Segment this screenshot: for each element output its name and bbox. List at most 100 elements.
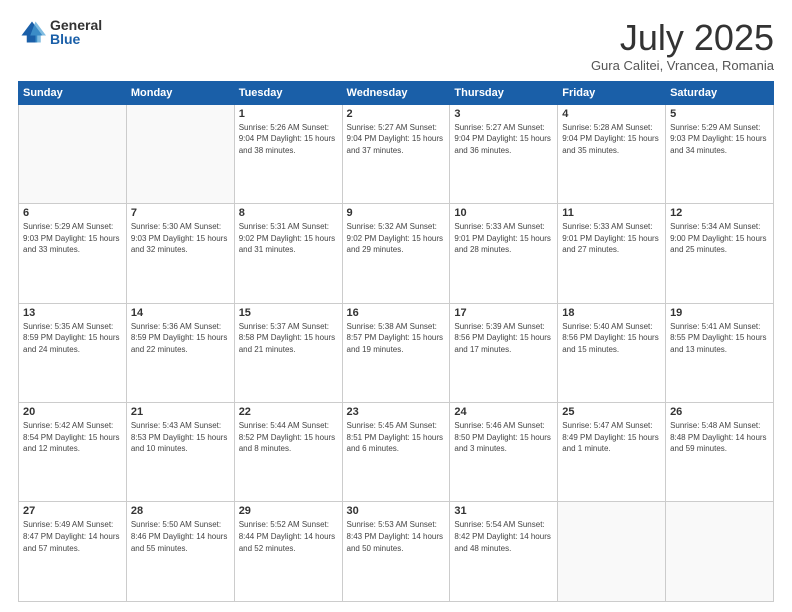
day-info: Sunrise: 5:36 AM Sunset: 8:59 PM Dayligh… — [131, 321, 230, 356]
calendar-cell: 20 Sunrise: 5:42 AM Sunset: 8:54 PM Dayli… — [19, 403, 127, 502]
day-number: 17 — [454, 307, 553, 319]
day-info: Sunrise: 5:53 AM Sunset: 8:43 PM Dayligh… — [347, 519, 446, 554]
calendar-cell: 24Sunrise: 5:46 AM Sunset: 8:50 PM Dayli… — [450, 403, 558, 502]
calendar-week-5: 27 Sunrise: 5:49 AM Sunset: 8:47 PM Dayli… — [19, 502, 774, 602]
day-number: 6 — [23, 207, 122, 219]
day-info: Sunrise: 5:33 AM Sunset: 9:01 PM Dayligh… — [562, 221, 661, 256]
day-number: 24 — [454, 406, 553, 418]
day-info: Sunrise: 5:32 AM Sunset: 9:02 PM Dayligh… — [347, 221, 446, 256]
calendar-cell: 29 Sunrise: 5:52 AM Sunset: 8:44 PM Dayli… — [234, 502, 342, 602]
calendar-cell: 15Sunrise: 5:37 AM Sunset: 8:58 PM Dayli… — [234, 303, 342, 402]
col-wednesday: Wednesday — [342, 81, 450, 104]
calendar-cell: 10 Sunrise: 5:33 AM Sunset: 9:01 PM Dayli… — [450, 204, 558, 303]
day-number: 31 — [454, 505, 553, 517]
col-monday: Monday — [126, 81, 234, 104]
day-info: Sunrise: 5:33 AM Sunset: 9:01 PM Dayligh… — [454, 221, 553, 256]
day-info: Sunrise: 5:48 AM Sunset: 8:48 PM Dayligh… — [670, 420, 769, 455]
day-info: Sunrise: 5:52 AM Sunset: 8:44 PM Dayligh… — [239, 519, 338, 554]
day-info: Sunrise: 5:30 AM Sunset: 9:03 PM Dayligh… — [131, 221, 230, 256]
calendar-cell: 19 Sunrise: 5:41 AM Sunset: 8:55 PM Dayli… — [666, 303, 774, 402]
day-number: 19 — [670, 307, 769, 319]
logo: General Blue — [18, 18, 102, 46]
calendar-cell: 4 Sunrise: 5:28 AM Sunset: 9:04 PM Daylig… — [558, 104, 666, 203]
day-info: Sunrise: 5:29 AM Sunset: 9:03 PM Dayligh… — [23, 221, 122, 256]
calendar-cell: 14 Sunrise: 5:36 AM Sunset: 8:59 PM Dayli… — [126, 303, 234, 402]
col-friday: Friday — [558, 81, 666, 104]
calendar-table: Sunday Monday Tuesday Wednesday Thursday… — [18, 81, 774, 602]
day-info: Sunrise: 5:44 AM Sunset: 8:52 PM Dayligh… — [239, 420, 338, 455]
day-number: 22 — [239, 406, 338, 418]
page: General Blue July 2025 Gura Calitei, Vra… — [0, 0, 792, 612]
day-number: 20 — [23, 406, 122, 418]
col-thursday: Thursday — [450, 81, 558, 104]
day-info: Sunrise: 5:26 AM Sunset: 9:04 PM Dayligh… — [239, 122, 338, 157]
main-title: July 2025 — [591, 18, 774, 58]
day-info: Sunrise: 5:42 AM Sunset: 8:54 PM Dayligh… — [23, 420, 122, 455]
day-number: 7 — [131, 207, 230, 219]
calendar-cell: 25 Sunrise: 5:47 AM Sunset: 8:49 PM Dayli… — [558, 403, 666, 502]
day-number: 5 — [670, 108, 769, 120]
day-number: 4 — [562, 108, 661, 120]
day-info: Sunrise: 5:38 AM Sunset: 8:57 PM Dayligh… — [347, 321, 446, 356]
day-number: 25 — [562, 406, 661, 418]
calendar-cell: 7 Sunrise: 5:30 AM Sunset: 9:03 PM Daylig… — [126, 204, 234, 303]
calendar-cell: 12 Sunrise: 5:34 AM Sunset: 9:00 PM Dayli… — [666, 204, 774, 303]
day-number: 10 — [454, 207, 553, 219]
day-number: 27 — [23, 505, 122, 517]
day-number: 30 — [347, 505, 446, 517]
day-info: Sunrise: 5:28 AM Sunset: 9:04 PM Dayligh… — [562, 122, 661, 157]
day-number: 1 — [239, 108, 338, 120]
calendar-cell: 13Sunrise: 5:35 AM Sunset: 8:59 PM Dayli… — [19, 303, 127, 402]
day-number: 12 — [670, 207, 769, 219]
col-sunday: Sunday — [19, 81, 127, 104]
logo-blue-text: Blue — [50, 32, 102, 46]
calendar-cell: 6 Sunrise: 5:29 AM Sunset: 9:03 PM Daylig… — [19, 204, 127, 303]
calendar-cell: 2 Sunrise: 5:27 AM Sunset: 9:04 PM Daylig… — [342, 104, 450, 203]
calendar-cell — [666, 502, 774, 602]
day-info: Sunrise: 5:35 AM Sunset: 8:59 PM Dayligh… — [23, 321, 122, 356]
calendar-cell: 30 Sunrise: 5:53 AM Sunset: 8:43 PM Dayli… — [342, 502, 450, 602]
day-info: Sunrise: 5:50 AM Sunset: 8:46 PM Dayligh… — [131, 519, 230, 554]
day-number: 9 — [347, 207, 446, 219]
day-number: 21 — [131, 406, 230, 418]
title-section: July 2025 Gura Calitei, Vrancea, Romania — [591, 18, 774, 73]
day-number: 26 — [670, 406, 769, 418]
subtitle: Gura Calitei, Vrancea, Romania — [591, 58, 774, 73]
calendar-cell: 3Sunrise: 5:27 AM Sunset: 9:04 PM Daylig… — [450, 104, 558, 203]
day-number: 16 — [347, 307, 446, 319]
calendar-cell: 28 Sunrise: 5:50 AM Sunset: 8:46 PM Dayli… — [126, 502, 234, 602]
calendar-week-2: 6 Sunrise: 5:29 AM Sunset: 9:03 PM Daylig… — [19, 204, 774, 303]
day-info: Sunrise: 5:31 AM Sunset: 9:02 PM Dayligh… — [239, 221, 338, 256]
calendar-cell: 8 Sunrise: 5:31 AM Sunset: 9:02 PM Daylig… — [234, 204, 342, 303]
calendar-cell — [558, 502, 666, 602]
day-info: Sunrise: 5:41 AM Sunset: 8:55 PM Dayligh… — [670, 321, 769, 356]
calendar-cell: 5 Sunrise: 5:29 AM Sunset: 9:03 PM Daylig… — [666, 104, 774, 203]
day-number: 18 — [562, 307, 661, 319]
day-number: 2 — [347, 108, 446, 120]
day-info: Sunrise: 5:40 AM Sunset: 8:56 PM Dayligh… — [562, 321, 661, 356]
calendar-cell: 11Sunrise: 5:33 AM Sunset: 9:01 PM Dayli… — [558, 204, 666, 303]
logo-general-text: General — [50, 18, 102, 32]
logo-icon — [18, 18, 46, 46]
day-info: Sunrise: 5:47 AM Sunset: 8:49 PM Dayligh… — [562, 420, 661, 455]
day-number: 3 — [454, 108, 553, 120]
calendar-cell: 16 Sunrise: 5:38 AM Sunset: 8:57 PM Dayli… — [342, 303, 450, 402]
header: General Blue July 2025 Gura Calitei, Vra… — [18, 18, 774, 73]
day-info: Sunrise: 5:45 AM Sunset: 8:51 PM Dayligh… — [347, 420, 446, 455]
day-info: Sunrise: 5:43 AM Sunset: 8:53 PM Dayligh… — [131, 420, 230, 455]
calendar-cell — [126, 104, 234, 203]
calendar-cell: 31Sunrise: 5:54 AM Sunset: 8:42 PM Dayli… — [450, 502, 558, 602]
day-info: Sunrise: 5:27 AM Sunset: 9:04 PM Dayligh… — [347, 122, 446, 157]
calendar-week-1: 1 Sunrise: 5:26 AM Sunset: 9:04 PM Daylig… — [19, 104, 774, 203]
day-info: Sunrise: 5:34 AM Sunset: 9:00 PM Dayligh… — [670, 221, 769, 256]
day-info: Sunrise: 5:49 AM Sunset: 8:47 PM Dayligh… — [23, 519, 122, 554]
calendar-cell — [19, 104, 127, 203]
calendar-cell: 9 Sunrise: 5:32 AM Sunset: 9:02 PM Daylig… — [342, 204, 450, 303]
day-number: 8 — [239, 207, 338, 219]
day-number: 29 — [239, 505, 338, 517]
header-row: Sunday Monday Tuesday Wednesday Thursday… — [19, 81, 774, 104]
calendar-cell: 21 Sunrise: 5:43 AM Sunset: 8:53 PM Dayli… — [126, 403, 234, 502]
day-info: Sunrise: 5:29 AM Sunset: 9:03 PM Dayligh… — [670, 122, 769, 157]
day-number: 28 — [131, 505, 230, 517]
day-number: 14 — [131, 307, 230, 319]
